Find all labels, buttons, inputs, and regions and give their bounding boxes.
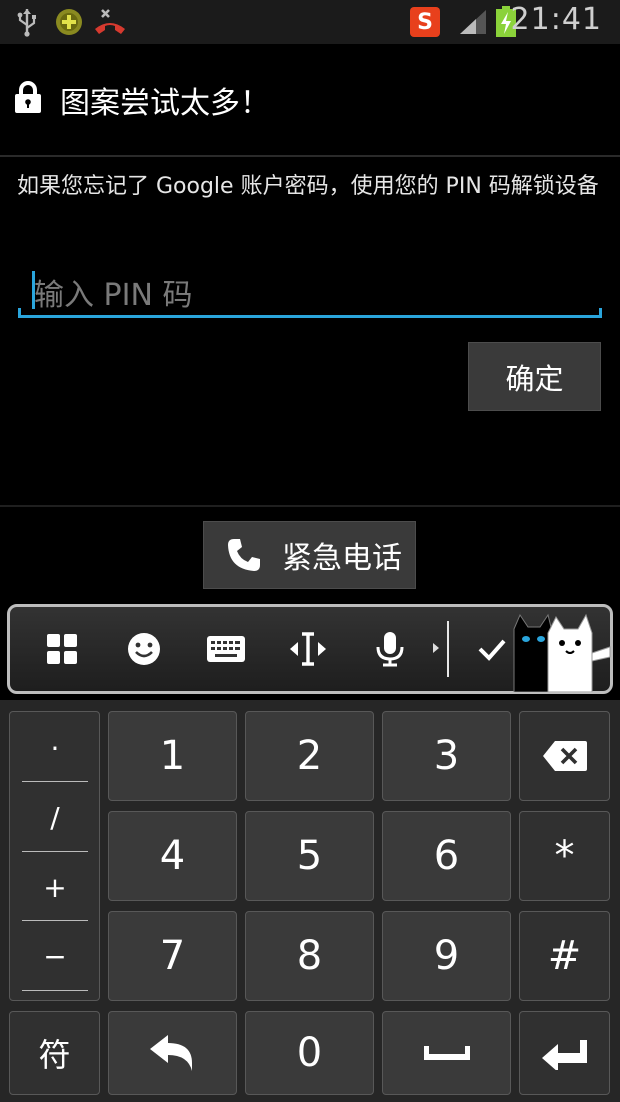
key-hash[interactable]: # [519, 911, 610, 1001]
missed-call-icon [93, 6, 127, 38]
key-3[interactable]: 3 [382, 711, 511, 801]
symbol-divider [22, 920, 88, 921]
phone-icon [226, 537, 262, 573]
undo-icon [149, 1035, 192, 1071]
backspace-icon [542, 741, 587, 771]
key-minus[interactable]: − [22, 922, 88, 991]
status-bar: S 21:41 [0, 0, 620, 44]
dialog-header: 图案尝试太多！ [0, 58, 620, 142]
numeric-keypad: · / + − 1 2 3 4 5 6 * 7 8 9 # 符 0 [0, 700, 620, 1102]
sogou-letter: S [410, 7, 440, 37]
microphone-icon[interactable] [370, 629, 410, 669]
key-9[interactable]: 9 [382, 911, 511, 1001]
emergency-call-label: 紧急电话 [282, 541, 402, 576]
pin-input[interactable]: 输入 PIN 码 [18, 262, 602, 318]
pin-placeholder: 输入 PIN 码 [34, 278, 193, 313]
space-icon [423, 1046, 470, 1060]
header-divider [0, 155, 620, 157]
symbol-divider [22, 781, 88, 782]
emoji-icon[interactable] [124, 629, 164, 669]
section-divider [0, 505, 620, 507]
symbol-divider [22, 990, 88, 991]
ok-button[interactable]: 确定 [468, 342, 601, 411]
keyboard-icon[interactable] [206, 629, 246, 669]
usb-icon [14, 6, 40, 38]
key-6[interactable]: 6 [382, 811, 511, 901]
key-5[interactable]: 5 [245, 811, 374, 901]
cursor-move-icon[interactable] [288, 629, 328, 669]
input-underline-left-tick [18, 308, 21, 318]
input-underline [18, 315, 602, 318]
input-underline-right-tick [599, 308, 602, 318]
emergency-call-button[interactable]: 紧急电话 [203, 521, 416, 589]
keyboard-toolbar [7, 604, 613, 694]
enter-key[interactable] [519, 1011, 610, 1095]
key-4[interactable]: 4 [108, 811, 237, 901]
clock: 21:41 [510, 2, 602, 37]
toolbar-separator [447, 621, 449, 677]
instruction-text: 如果您忘记了 Google 账户密码，使用您的 PIN 码解锁设备 [17, 174, 599, 199]
symbol-switch-key[interactable]: 符 [9, 1011, 100, 1095]
key-plus[interactable]: + [22, 853, 88, 922]
cat-mascot-icon [506, 609, 612, 693]
enter-icon [541, 1040, 587, 1070]
backspace-key[interactable] [519, 711, 610, 801]
symbol-divider [22, 851, 88, 852]
sogou-input-icon: S [409, 6, 441, 38]
key-2[interactable]: 2 [245, 711, 374, 801]
key-8[interactable]: 8 [245, 911, 374, 1001]
text-cursor [32, 271, 35, 309]
key-7[interactable]: 7 [108, 911, 237, 1001]
key-star[interactable]: * [519, 811, 610, 901]
key-0[interactable]: 0 [245, 1011, 374, 1095]
undo-key[interactable] [108, 1011, 237, 1095]
symbol-column: · / + − [9, 711, 100, 1001]
key-1[interactable]: 1 [108, 711, 237, 801]
page-title: 图案尝试太多！ [60, 86, 270, 121]
lock-icon [13, 80, 43, 114]
grid-menu-icon[interactable] [42, 629, 82, 669]
space-key[interactable] [382, 1011, 511, 1095]
more-arrow-icon[interactable] [433, 643, 439, 653]
key-dot[interactable]: · [22, 714, 88, 783]
signal-icon [458, 6, 488, 38]
key-slash[interactable]: / [22, 783, 88, 852]
app-update-icon [53, 6, 85, 38]
